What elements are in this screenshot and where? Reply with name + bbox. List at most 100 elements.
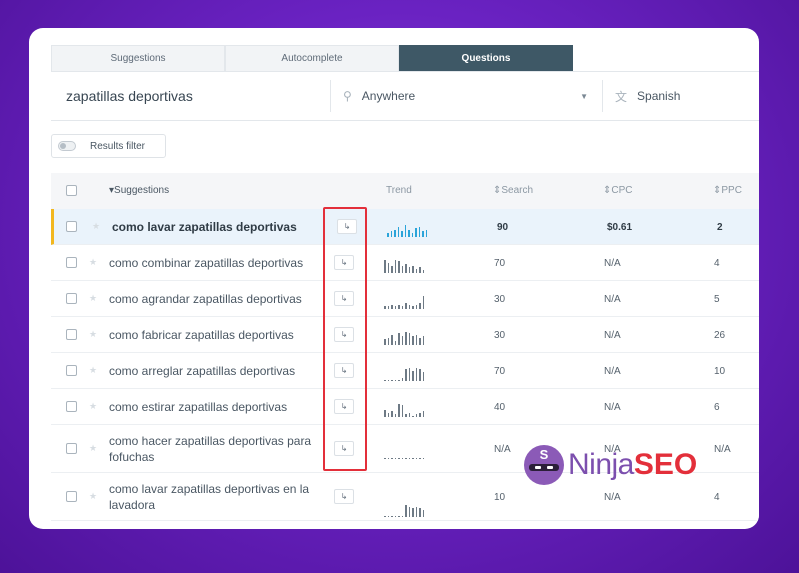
row-checkbox[interactable] bbox=[66, 365, 77, 376]
header-search[interactable]: ⇕Search bbox=[493, 185, 533, 196]
language-select[interactable]: 文 Spanish bbox=[603, 88, 680, 105]
expand-arrow-button[interactable]: ↳ bbox=[334, 489, 354, 504]
language-value: Spanish bbox=[637, 89, 681, 103]
tab-suggestions[interactable]: Suggestions bbox=[51, 45, 225, 71]
expand-arrow-button[interactable]: ↳ bbox=[334, 363, 354, 378]
table-row[interactable]: ★ como agrandar zapatillas deportivas ↳ … bbox=[51, 281, 759, 317]
table-row[interactable]: ★ como estirar zapatillas deportivas ↳ 4… bbox=[51, 389, 759, 425]
cpc-value: N/A bbox=[604, 330, 621, 341]
trend-bar bbox=[401, 306, 403, 309]
trend-bar bbox=[391, 411, 393, 417]
trend-bar bbox=[405, 414, 407, 417]
trend-bar bbox=[405, 369, 407, 381]
trend-sparkline bbox=[384, 295, 434, 309]
trend-bar bbox=[398, 403, 400, 417]
trend-bar bbox=[401, 515, 403, 517]
header-trend[interactable]: Trend bbox=[386, 185, 412, 196]
star-icon[interactable]: ★ bbox=[89, 365, 97, 376]
table-row[interactable]: ★ como arreglar zapatillas deportivas ↳ … bbox=[51, 353, 759, 389]
trend-bar bbox=[387, 262, 389, 273]
search-volume: N/A bbox=[494, 444, 511, 455]
select-all-checkbox[interactable] bbox=[66, 185, 77, 196]
star-icon[interactable]: ★ bbox=[89, 401, 97, 412]
suggestion-text[interactable]: como lavar zapatillas deportivas bbox=[112, 219, 327, 235]
row-checkbox[interactable] bbox=[66, 257, 77, 268]
row-checkbox[interactable] bbox=[66, 443, 77, 454]
trend-bar bbox=[422, 372, 424, 381]
trend-bar bbox=[422, 231, 424, 237]
trend-bar bbox=[412, 458, 414, 459]
suggestion-text[interactable]: como lavar zapatillas deportivas en la l… bbox=[109, 481, 324, 513]
expand-arrow-button[interactable]: ↳ bbox=[334, 255, 354, 270]
trend-bar bbox=[401, 458, 403, 459]
star-icon[interactable]: ★ bbox=[92, 221, 100, 232]
trend-bar bbox=[391, 265, 393, 273]
trend-bar bbox=[422, 270, 424, 273]
trend-bar bbox=[398, 333, 400, 345]
star-icon[interactable]: ★ bbox=[89, 329, 97, 340]
ppc-value: 26 bbox=[714, 330, 726, 341]
row-checkbox[interactable] bbox=[66, 293, 77, 304]
cpc-value: N/A bbox=[604, 402, 621, 413]
star-icon[interactable]: ★ bbox=[89, 293, 97, 304]
row-checkbox[interactable] bbox=[66, 221, 77, 232]
keyword-input[interactable]: zapatillas deportivas bbox=[51, 80, 331, 112]
expand-arrow-button[interactable]: ↳ bbox=[334, 327, 354, 342]
suggestion-text[interactable]: como estirar zapatillas deportivas bbox=[109, 399, 324, 415]
header-cpc[interactable]: ⇕CPC bbox=[603, 185, 633, 196]
trend-bar bbox=[422, 509, 424, 517]
trend-bar bbox=[412, 508, 414, 517]
row-checkbox[interactable] bbox=[66, 491, 77, 502]
row-checkbox[interactable] bbox=[66, 329, 77, 340]
trend-bar bbox=[391, 380, 393, 381]
star-icon[interactable]: ★ bbox=[89, 257, 97, 268]
trend-bar bbox=[419, 369, 421, 381]
trend-bar bbox=[415, 304, 417, 309]
star-icon[interactable]: ★ bbox=[89, 491, 97, 502]
filter-label: Results filter bbox=[90, 140, 146, 152]
search-volume: 10 bbox=[494, 492, 506, 503]
results-filter-button[interactable]: Results filter bbox=[51, 134, 166, 158]
filter-toggle[interactable] bbox=[58, 141, 76, 151]
location-select[interactable]: ⚲ Anywhere ▼ bbox=[331, 80, 603, 112]
ppc-value: 10 bbox=[714, 366, 726, 377]
row-checkbox[interactable] bbox=[66, 401, 77, 412]
ppc-value: 2 bbox=[717, 222, 723, 233]
trend-bar bbox=[405, 303, 407, 309]
expand-arrow-button[interactable]: ↳ bbox=[337, 219, 357, 234]
search-volume: 40 bbox=[494, 402, 506, 413]
header-ppc[interactable]: ⇕PPC bbox=[713, 185, 742, 196]
expand-arrow-button[interactable]: ↳ bbox=[334, 399, 354, 414]
suggestion-text[interactable]: como agrandar zapatillas deportivas bbox=[109, 291, 324, 307]
cpc-value: N/A bbox=[604, 294, 621, 305]
star-icon[interactable]: ★ bbox=[89, 443, 97, 454]
ppc-value: 6 bbox=[714, 402, 720, 413]
trend-bar bbox=[391, 516, 393, 517]
table-row[interactable]: ★ como fabricar zapatillas deportivas ↳ … bbox=[51, 317, 759, 353]
trend-bar bbox=[419, 267, 421, 273]
header-suggestions[interactable]: ▾Suggestions bbox=[109, 185, 169, 196]
suggestion-text[interactable]: como hacer zapatillas deportivas para fo… bbox=[109, 433, 324, 465]
trend-bar bbox=[408, 458, 410, 459]
trend-bar bbox=[419, 303, 421, 309]
trend-bar bbox=[401, 378, 403, 381]
keyword-tool-panel: Suggestions Autocomplete Questions zapat… bbox=[29, 28, 759, 529]
tab-questions[interactable]: Questions bbox=[399, 45, 573, 71]
trend-bar bbox=[398, 261, 400, 273]
trend-bar bbox=[405, 505, 407, 517]
suggestion-text[interactable]: como combinar zapatillas deportivas bbox=[109, 255, 324, 271]
trend-bar bbox=[384, 339, 386, 345]
table-row[interactable]: ★ como lavar zapatillas deportivas ↳ 90 … bbox=[51, 209, 759, 245]
expand-arrow-button[interactable]: ↳ bbox=[334, 441, 354, 456]
suggestion-text[interactable]: como fabricar zapatillas deportivas bbox=[109, 327, 324, 343]
ppc-value: 5 bbox=[714, 294, 720, 305]
tab-autocomplete[interactable]: Autocomplete bbox=[225, 45, 399, 71]
trend-bar bbox=[398, 304, 400, 309]
table-row[interactable]: ★ como combinar zapatillas deportivas ↳ … bbox=[51, 245, 759, 281]
suggestion-text[interactable]: como arreglar zapatillas deportivas bbox=[109, 363, 324, 379]
trend-bar bbox=[408, 367, 410, 381]
translate-icon: 文 bbox=[615, 89, 628, 104]
trend-bar bbox=[411, 232, 413, 237]
trend-bar bbox=[422, 458, 424, 459]
expand-arrow-button[interactable]: ↳ bbox=[334, 291, 354, 306]
